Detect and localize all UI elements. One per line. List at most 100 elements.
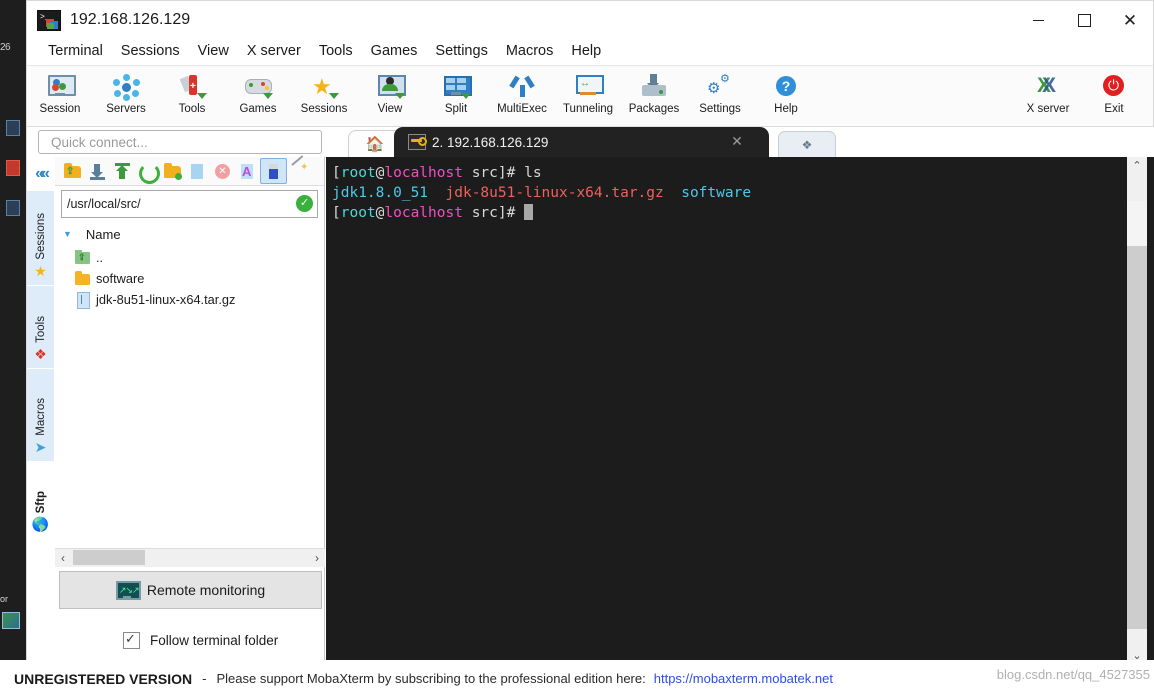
background-icon-1 (6, 120, 20, 136)
upload-icon[interactable] (110, 159, 135, 183)
toolbar-sessions[interactable]: ★ Sessions (291, 70, 357, 116)
menu-help[interactable]: Help (562, 39, 610, 64)
menu-games[interactable]: Games (362, 39, 427, 64)
home-icon: 🏠 (365, 136, 385, 153)
toolbar-help[interactable]: ? Help (753, 70, 819, 115)
list-item-label: .. (96, 250, 104, 265)
text-editor-icon[interactable]: A (235, 159, 260, 183)
check-circle-icon[interactable]: ✓ (296, 195, 313, 212)
menu-sessions[interactable]: Sessions (112, 39, 189, 64)
terminal-scrollbar[interactable]: ⌃ ⌄ (1127, 157, 1147, 665)
toolbar-split[interactable]: Split (423, 70, 489, 115)
toolbar-exit[interactable]: ⏻ Exit (1081, 70, 1147, 115)
magic-wand-icon[interactable]: ✦ (287, 154, 312, 183)
window-title: 192.168.126.129 (70, 11, 191, 28)
mobaxterm-link[interactable]: https://mobaxterm.mobatek.net (654, 671, 833, 686)
toolbar-settings[interactable]: ⚙ ⚙ Settings (687, 70, 753, 116)
dropdown-arrow-icon (329, 93, 339, 99)
list-item-label: software (96, 271, 145, 286)
toolbar-view-label: View (377, 103, 403, 115)
toolbar-tools[interactable]: + Tools (159, 70, 225, 115)
mobaxterm-window: >_ 192.168.126.129 ✕ Terminal Sessions V… (26, 0, 1154, 665)
terminal-line-1: [root@localhost src]# ls (332, 165, 542, 181)
prompt-bracket-open: [ (332, 165, 341, 181)
new-folder-icon[interactable] (160, 159, 185, 183)
sftp-path-row[interactable]: /usr/local/src/ ✓ (61, 190, 318, 218)
toolbar-packages-label: Packages (628, 103, 680, 115)
output-space-2 (664, 185, 681, 201)
list-item[interactable]: software (55, 268, 324, 289)
toolbar-sessions-label: Sessions (300, 103, 348, 115)
menu-macros[interactable]: Macros (497, 39, 563, 64)
exit-power-icon: ⏻ (1099, 73, 1129, 101)
refresh-icon[interactable] (135, 159, 160, 184)
globe-icon: 🌎 (31, 516, 50, 532)
prompt2-user: root (340, 205, 376, 221)
maximize-button[interactable] (1061, 1, 1107, 39)
sftp-panel: ⇪ ✕ A ✦ /usr/local/src/ ✓ ▼ Name ⇪ .. so… (55, 154, 325, 665)
sftp-path-input[interactable]: /usr/local/src/ (62, 197, 141, 211)
scroll-up-icon[interactable]: ⌃ (1127, 157, 1147, 175)
toolbar-xserver[interactable]: X X X server (1015, 70, 1081, 115)
toolbar-view[interactable]: View (357, 70, 423, 115)
usb-drive-icon[interactable] (260, 158, 287, 184)
minimize-button[interactable] (1015, 1, 1061, 39)
menu-x-server[interactable]: X server (238, 39, 310, 64)
toolbar-servers[interactable]: Servers (93, 70, 159, 115)
menu-settings[interactable]: Settings (426, 39, 496, 64)
parent-folder-icon[interactable]: ⇪ (60, 159, 85, 183)
remote-monitoring-button[interactable]: ↗↘↗ Remote monitoring (59, 571, 322, 609)
toolbar-games[interactable]: Games (225, 70, 291, 115)
menu-tools[interactable]: Tools (310, 39, 362, 64)
toolbar-session[interactable]: Session (27, 70, 93, 115)
paper-plane-icon: ➤ (34, 439, 47, 455)
scrollbar-thumb[interactable] (1127, 246, 1147, 629)
sort-caret-icon[interactable]: ▼ (63, 229, 72, 239)
vstrip-tab-tools-label: Tools (34, 316, 47, 343)
toolbar-multiexec[interactable]: MultiExec (489, 70, 555, 115)
menu-view[interactable]: View (189, 39, 238, 64)
delete-icon[interactable]: ✕ (210, 159, 235, 183)
sftp-horizontal-scrollbar[interactable]: ‹ › (55, 548, 325, 567)
tab-session-1[interactable]: 2. 192.168.126.129 ✕ (394, 127, 769, 157)
split-grid-icon (441, 73, 472, 101)
vstrip-tab-tools[interactable]: ❖ Tools (27, 286, 54, 369)
scrollbar-thumb[interactable] (73, 550, 145, 565)
new-file-icon[interactable] (185, 159, 210, 183)
vstrip-tab-sessions[interactable]: ★ Sessions (27, 191, 54, 286)
scroll-right-icon[interactable]: › (309, 551, 325, 565)
tab-close-icon[interactable]: ✕ (729, 133, 745, 149)
background-window-label: 26 (0, 42, 11, 53)
toolbar-packages[interactable]: Packages (621, 70, 687, 115)
list-item[interactable]: jdk-8u51-linux-x64.tar.gz (55, 289, 324, 310)
follow-terminal-label: Follow terminal folder (150, 632, 279, 648)
download-icon[interactable] (85, 159, 110, 183)
scrollbar-track[interactable] (1127, 175, 1147, 647)
packages-download-icon (639, 73, 669, 101)
prompt-bracket-close: ]# (497, 165, 525, 181)
quick-connect-input[interactable]: Quick connect... (38, 130, 322, 154)
scrollbar-thumb-top[interactable] (1127, 201, 1147, 246)
list-item[interactable]: ⇪ .. (55, 247, 324, 268)
left-vertical-strip: «« ★ Sessions ❖ Tools ➤ Macros 🌎 Sftp (27, 157, 56, 665)
vstrip-tab-sftp[interactable]: 🌎 Sftp (27, 462, 54, 539)
servers-network-icon (111, 73, 141, 101)
new-tab-button[interactable]: ❖ (778, 131, 836, 158)
sftp-column-header[interactable]: ▼ Name (55, 223, 324, 245)
close-button[interactable]: ✕ (1107, 1, 1153, 39)
menu-terminal[interactable]: Terminal (39, 39, 112, 64)
toolbar-exit-label: Exit (1104, 103, 1124, 115)
terminal-output[interactable]: [root@localhost src]# ls jdk1.8.0_51 jdk… (326, 157, 1127, 665)
follow-terminal-checkbox[interactable] (123, 631, 140, 649)
dropdown-arrow-icon (263, 93, 273, 99)
screenshot-root: 26 or >_ 192.168.126.129 ✕ Terminal Sess… (0, 0, 1154, 697)
toolbar-tunneling[interactable]: ↔ Tunneling (555, 70, 621, 115)
icon-shape-green (47, 22, 54, 29)
close-icon: ✕ (1122, 10, 1138, 30)
dropdown-arrow-icon (461, 93, 471, 99)
scroll-left-icon[interactable]: ‹ (55, 551, 71, 565)
prompt-host: localhost (384, 165, 463, 181)
collapse-sidebar-icon[interactable]: «« (27, 157, 55, 191)
vstrip-tab-macros[interactable]: ➤ Macros (27, 369, 54, 462)
prompt-path: src (462, 165, 498, 181)
